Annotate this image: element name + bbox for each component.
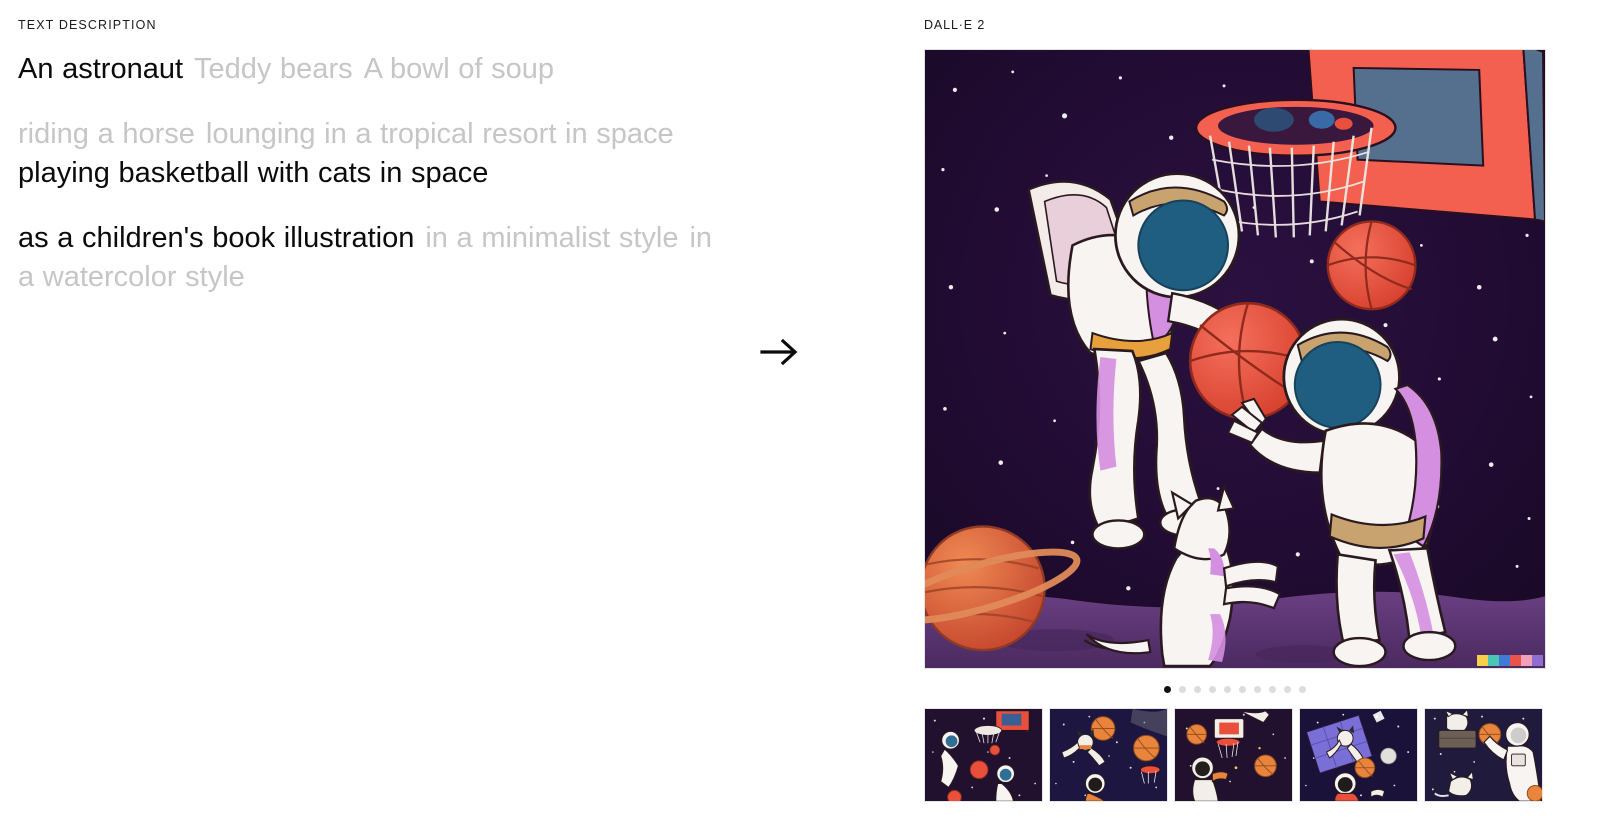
pagination-dot-1[interactable] xyxy=(1164,685,1171,693)
hero-artwork xyxy=(925,50,1545,668)
chip-action-1[interactable]: lounging in a tropical resort in space xyxy=(206,118,674,150)
pagination-dot-5[interactable] xyxy=(1224,685,1231,693)
prompt-chip-rows: An astronaut Teddy bears A bowl of soup ri… xyxy=(18,50,718,297)
arrow-right-icon xyxy=(760,337,802,367)
thumbnail-2[interactable] xyxy=(1049,708,1168,802)
thumbnail-2-artwork xyxy=(1050,709,1167,801)
prompt-row-action: riding a horse lounging in a tropical res… xyxy=(18,115,718,193)
text-description-panel: TEXT DESCRIPTION An astronaut Teddy bears… xyxy=(18,18,718,297)
prompt-row-style: as a children's book illustration in a mi… xyxy=(18,219,718,297)
thumbnail-4-artwork xyxy=(1300,709,1417,801)
pagination-dot-8[interactable] xyxy=(1269,685,1276,693)
chip-style-1[interactable]: in a minimalist style xyxy=(425,222,678,254)
chip-action-2[interactable]: playing basketball with cats in space xyxy=(18,157,488,189)
thumbnail-5-artwork xyxy=(1425,709,1542,801)
text-description-label: TEXT DESCRIPTION xyxy=(18,18,157,32)
generate-arrow[interactable] xyxy=(758,330,804,374)
model-name-label: DALL·E 2 xyxy=(924,18,986,32)
pagination-dot-6[interactable] xyxy=(1239,685,1246,693)
image-pagination xyxy=(924,683,1546,695)
pagination-dot-10[interactable] xyxy=(1299,685,1306,693)
chip-style-0[interactable]: as a children's book illustration xyxy=(18,222,414,254)
pagination-dot-2[interactable] xyxy=(1179,685,1186,693)
thumbnail-3[interactable] xyxy=(1174,708,1293,802)
chip-action-0[interactable]: riding a horse xyxy=(18,118,195,150)
pagination-dot-7[interactable] xyxy=(1254,685,1261,693)
pagination-dot-9[interactable] xyxy=(1284,685,1291,693)
chip-subject-2[interactable]: A bowl of soup xyxy=(364,53,554,85)
thumbnail-1[interactable] xyxy=(924,708,1043,802)
thumbnail-strip xyxy=(924,708,1552,802)
app-root: TEXT DESCRIPTION An astronaut Teddy bears… xyxy=(0,0,1600,832)
pagination-dot-4[interactable] xyxy=(1209,685,1216,693)
generated-image-main[interactable] xyxy=(924,49,1546,669)
chip-subject-1[interactable]: Teddy bears xyxy=(194,53,353,85)
thumbnail-5[interactable] xyxy=(1424,708,1543,802)
dalle-watermark xyxy=(1477,655,1543,666)
results-panel: DALL·E 2 xyxy=(924,18,1548,802)
thumbnail-4[interactable] xyxy=(1299,708,1418,802)
chip-subject-0[interactable]: An astronaut xyxy=(18,53,183,85)
thumbnail-3-artwork xyxy=(1175,709,1292,801)
thumbnail-1-artwork xyxy=(925,709,1042,801)
prompt-row-subject: An astronaut Teddy bears A bowl of soup xyxy=(18,50,718,89)
pagination-dot-3[interactable] xyxy=(1194,685,1201,693)
